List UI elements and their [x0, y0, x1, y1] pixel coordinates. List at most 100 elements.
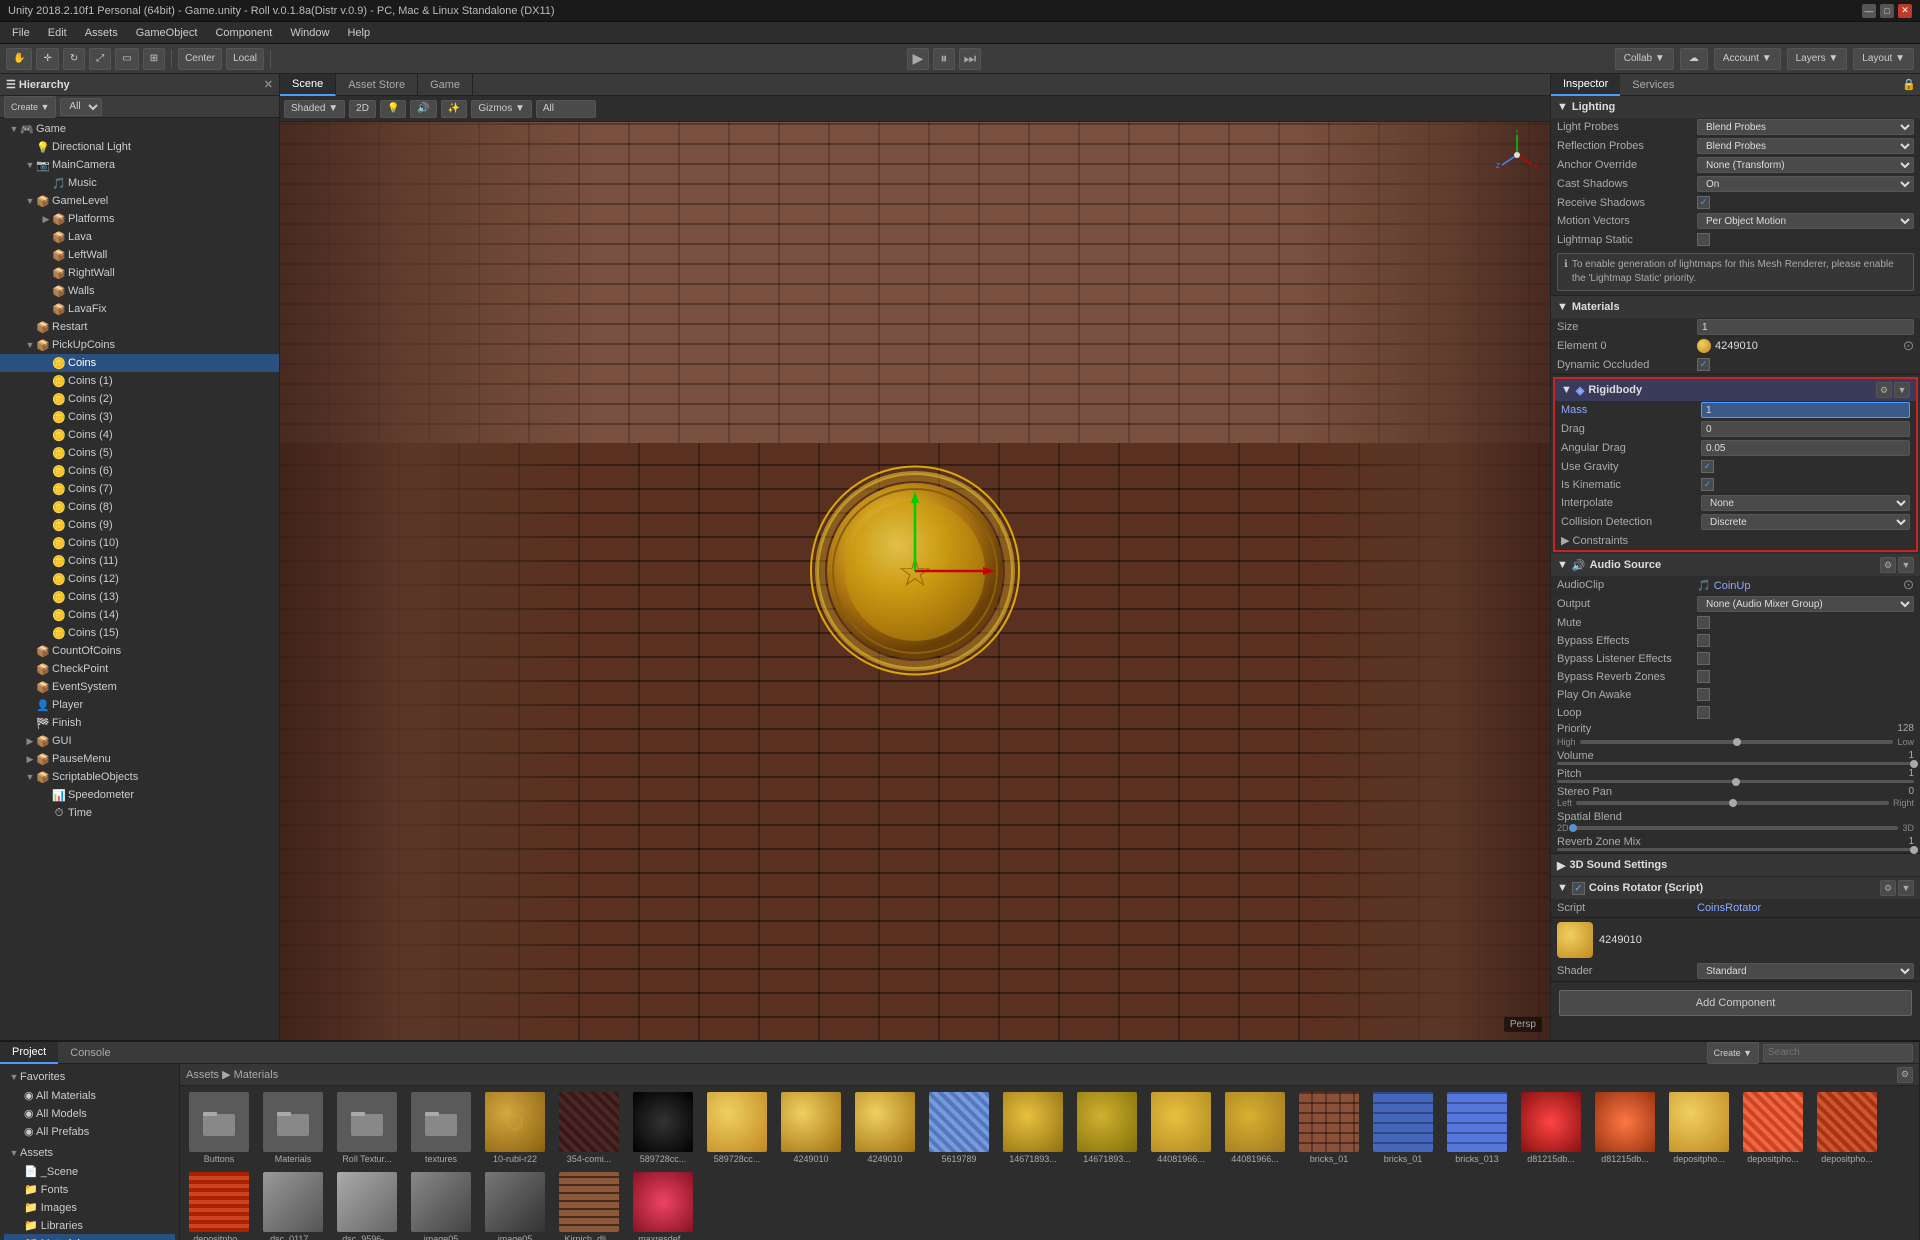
light-probes-select[interactable]: Blend Probes	[1697, 119, 1914, 135]
asset-dsc9596[interactable]: dsc_9596-...	[332, 1170, 402, 1240]
anchor-override-select[interactable]: None (Transform)	[1697, 157, 1914, 173]
coinsrotator-enabled[interactable]	[1572, 882, 1585, 895]
tree-item-countofcoins[interactable]: 📦 CountOfCoins	[0, 642, 279, 660]
asset-image05-1[interactable]: image05	[406, 1170, 476, 1240]
2d-button[interactable]: 2D	[349, 100, 376, 118]
collision-detection-select[interactable]: Discrete	[1701, 514, 1910, 530]
bypass-reverb-checkbox[interactable]	[1697, 670, 1710, 683]
fx-button[interactable]: ✨	[441, 100, 467, 118]
tree-item-game[interactable]: ▼ 🎮 Game	[0, 120, 279, 138]
fav-all-prefabs[interactable]: ◉ All Prefabs	[4, 1122, 175, 1140]
tool-rotate[interactable]: ↻	[63, 48, 85, 70]
rigidbody-menu[interactable]: ▼	[1894, 382, 1910, 398]
bypass-listener-checkbox[interactable]	[1697, 652, 1710, 665]
shaded-button[interactable]: Shaded ▼	[284, 100, 345, 118]
tree-item-scriptableobjects[interactable]: ▼ 📦 ScriptableObjects	[0, 768, 279, 786]
coinsrotator-settings[interactable]: ⚙	[1880, 880, 1896, 896]
gizmos-button[interactable]: Gizmos ▼	[471, 100, 532, 118]
asset-5619789[interactable]: 5619789	[924, 1090, 994, 1166]
project-search[interactable]	[1763, 1044, 1913, 1062]
bypass-effects-checkbox[interactable]	[1697, 634, 1710, 647]
assets-materials[interactable]: 📁 Materials	[4, 1234, 175, 1240]
materials-header[interactable]: ▼ Materials	[1551, 296, 1920, 318]
pitch-thumb[interactable]	[1732, 778, 1740, 786]
menu-gameobject[interactable]: GameObject	[128, 25, 206, 41]
volume-slider[interactable]	[1557, 762, 1914, 765]
tree-item-maincamera[interactable]: ▼ 📷 MainCamera	[0, 156, 279, 174]
assets-scene[interactable]: 📄 _Scene	[4, 1162, 175, 1180]
mass-input[interactable]	[1701, 402, 1910, 418]
asset-bricks01-1[interactable]: bricks_01	[1294, 1090, 1364, 1166]
minimize-button[interactable]: —	[1862, 4, 1876, 18]
pause-button[interactable]: ⏸	[933, 48, 955, 70]
loop-checkbox[interactable]	[1697, 706, 1710, 719]
tree-item-coins1[interactable]: 🪙 Coins (1)	[0, 372, 279, 390]
coinsrotator-header[interactable]: ▼ Coins Rotator (Script) ⚙ ▼	[1551, 877, 1920, 899]
tool-scale[interactable]: ⤢	[89, 48, 111, 70]
tab-scene[interactable]: Scene	[280, 74, 336, 96]
reflection-probes-select[interactable]: Blend Probes	[1697, 138, 1914, 154]
tab-asset-store[interactable]: Asset Store	[336, 74, 418, 96]
tree-item-leftwall[interactable]: 📦 LeftWall	[0, 246, 279, 264]
tree-item-checkpoint[interactable]: 📦 CheckPoint	[0, 660, 279, 678]
menu-assets[interactable]: Assets	[77, 25, 126, 41]
menu-window[interactable]: Window	[282, 25, 337, 41]
cloud-button[interactable]: ☁	[1680, 48, 1708, 70]
tree-item-coins3[interactable]: 🪙 Coins (3)	[0, 408, 279, 426]
motion-vectors-select[interactable]: Per Object Motion	[1697, 213, 1914, 229]
tree-item-coins12[interactable]: 🪙 Coins (12)	[0, 570, 279, 588]
asset-4249010-1[interactable]: 4249010	[776, 1090, 846, 1166]
inspector-lock[interactable]: 🔒	[1902, 78, 1916, 91]
drag-input[interactable]	[1701, 421, 1910, 437]
audiosource-header[interactable]: ▼ 🔊 Audio Source ⚙ ▼	[1551, 554, 1920, 576]
asset-rolltexture-folder[interactable]: Roll Textur...	[332, 1090, 402, 1166]
tree-item-directionallight[interactable]: 💡 Directional Light	[0, 138, 279, 156]
tool-rect[interactable]: ▭	[115, 48, 138, 70]
is-kinematic-checkbox[interactable]	[1701, 478, 1714, 491]
gizmos-filter[interactable]	[536, 100, 596, 118]
play-button[interactable]: ▶	[907, 48, 929, 70]
tab-services[interactable]: Services	[1620, 74, 1686, 96]
asset-image05-2[interactable]: image05	[480, 1170, 550, 1240]
audioclip-link[interactable]: ⊙	[1903, 577, 1914, 593]
center-button[interactable]: Center	[178, 48, 222, 70]
fav-all-models[interactable]: ◉ All Models	[4, 1104, 175, 1122]
tree-item-eventsystem[interactable]: 📦 EventSystem	[0, 678, 279, 696]
asset-materials-folder[interactable]: Materials	[258, 1090, 328, 1166]
asset-dsc0117[interactable]: dsc_0117...	[258, 1170, 328, 1240]
tab-console[interactable]: Console	[58, 1042, 122, 1064]
asset-maxresdef[interactable]: maxresdef...	[628, 1170, 698, 1240]
asset-354comi[interactable]: 354-comi...	[554, 1090, 624, 1166]
tool-transform[interactable]: ⊞	[143, 48, 165, 70]
tree-item-coins6[interactable]: 🪙 Coins (6)	[0, 462, 279, 480]
asset-14671893-1[interactable]: 14671893...	[998, 1090, 1068, 1166]
local-button[interactable]: Local	[226, 48, 264, 70]
cast-shadows-select[interactable]: On	[1697, 176, 1914, 192]
reverb-zone-thumb[interactable]	[1910, 846, 1918, 854]
priority-thumb[interactable]	[1733, 738, 1741, 746]
asset-depositpho-2[interactable]: depositpho...	[1738, 1090, 1808, 1166]
materials-size-input[interactable]	[1697, 319, 1914, 335]
volume-thumb[interactable]	[1910, 760, 1918, 768]
add-component-button[interactable]: Add Component	[1559, 990, 1912, 1016]
tree-item-music[interactable]: 🎵 Music	[0, 174, 279, 192]
tree-item-coins14[interactable]: 🪙 Coins (14)	[0, 606, 279, 624]
asset-d81215db-1[interactable]: d81215db...	[1516, 1090, 1586, 1166]
account-button[interactable]: Account ▼	[1714, 48, 1781, 70]
tree-item-coins13[interactable]: 🪙 Coins (13)	[0, 588, 279, 606]
coinsrotator-menu[interactable]: ▼	[1898, 880, 1914, 896]
tree-item-coins2[interactable]: 🪙 Coins (2)	[0, 390, 279, 408]
lights-button[interactable]: 💡	[380, 100, 406, 118]
rigidbody-header[interactable]: ▼ ◈ Rigidbody ⚙ ▼	[1555, 379, 1916, 401]
lightmap-static-checkbox[interactable]	[1697, 233, 1710, 246]
stereo-pan-thumb[interactable]	[1729, 799, 1737, 807]
tree-item-restart[interactable]: 📦 Restart	[0, 318, 279, 336]
layout-button[interactable]: Layout ▼	[1853, 48, 1914, 70]
tree-item-coins10[interactable]: 🪙 Coins (10)	[0, 534, 279, 552]
tree-item-gamelevel[interactable]: ▼ 📦 GameLevel	[0, 192, 279, 210]
sound-button[interactable]: 🔊	[410, 100, 436, 118]
asset-depositpho-4[interactable]: depositpho...	[184, 1170, 254, 1240]
play-on-awake-checkbox[interactable]	[1697, 688, 1710, 701]
tool-hand[interactable]: ✋	[6, 48, 32, 70]
element0-link[interactable]: ⊙	[1903, 338, 1914, 354]
